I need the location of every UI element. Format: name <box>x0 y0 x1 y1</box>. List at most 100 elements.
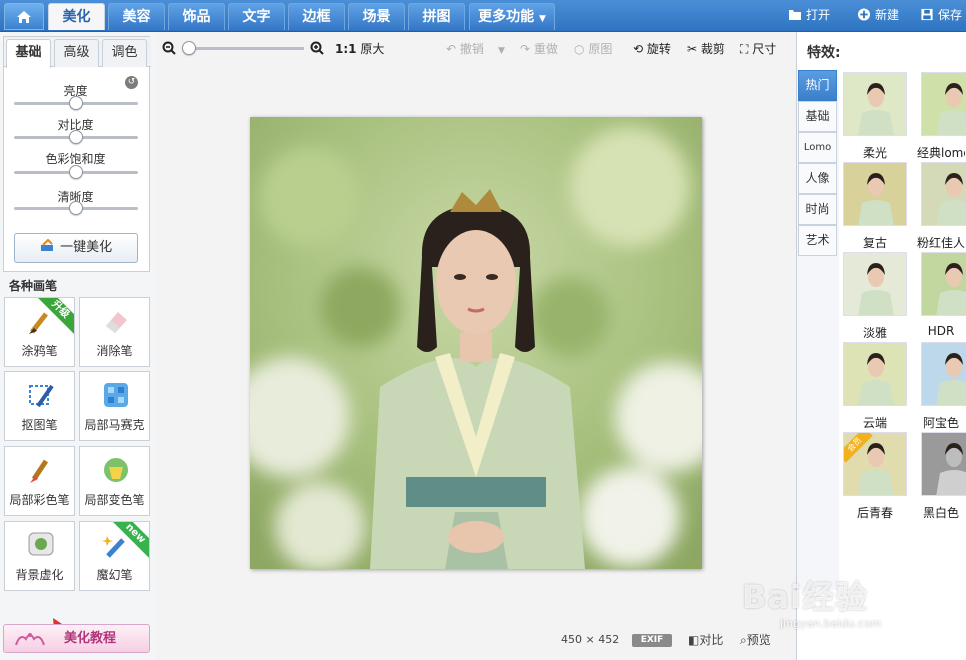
effects-tab-fashion[interactable]: 时尚 <box>798 194 837 225</box>
tab-frames[interactable]: 边框 <box>288 3 345 30</box>
effects-tab-portrait[interactable]: 人像 <box>798 163 837 194</box>
effect-thumb-retro[interactable] <box>843 162 907 226</box>
crop-label: 裁剪 <box>700 42 725 56</box>
home-button[interactable] <box>4 3 44 30</box>
brush-magic[interactable]: new 魔幻笔 <box>79 521 150 591</box>
color-brush-icon <box>30 459 49 483</box>
effect-thumb-post-youth[interactable]: 会员 <box>843 432 907 496</box>
zoom-out-icon[interactable] <box>162 41 176 55</box>
saturation-knob[interactable] <box>69 165 83 179</box>
brightness-knob[interactable] <box>69 96 83 110</box>
contrast-slider[interactable] <box>14 130 138 144</box>
tab-collage[interactable]: 拼图 <box>408 3 465 30</box>
effect-thumb-cloud[interactable] <box>843 342 907 406</box>
sharpness-slider[interactable] <box>14 201 138 215</box>
one-key-beautify-label: 一键美化 <box>60 240 113 255</box>
effect-thumb-black-white[interactable] <box>921 432 966 496</box>
crop-button[interactable]: ✂ 裁剪 <box>687 40 725 58</box>
tab-text[interactable]: 文字 <box>228 3 285 30</box>
subtab-advanced[interactable]: 高级 <box>54 39 99 67</box>
effect-label: 淡雅 <box>862 326 887 340</box>
brush-local-color-label: 局部彩色笔 <box>9 493 70 507</box>
photo-image <box>250 117 702 569</box>
app-window: 美化 美容 饰品 文字 边框 场景 拼图 更多功能 ▼ 打开 新建 保存 基础 … <box>0 0 966 660</box>
zoom-knob[interactable] <box>182 41 196 55</box>
compare-label: 对比 <box>699 633 724 647</box>
brush-mosaic[interactable]: 局部马赛克 <box>79 371 150 441</box>
effect-label: 复古 <box>862 236 887 250</box>
rotate-button[interactable]: ⟲ 旋转 <box>633 40 671 58</box>
redo-button[interactable]: ↷ 重做 <box>520 40 558 58</box>
brush-local-color[interactable]: 局部彩色笔 <box>4 446 75 516</box>
brightness-slider[interactable] <box>14 96 138 110</box>
effects-tab-basic[interactable]: 基础 <box>798 101 837 132</box>
subtab-basic[interactable]: 基础 <box>6 39 51 68</box>
save-button[interactable]: 保存 <box>920 5 962 25</box>
zoom-slider[interactable] <box>182 41 304 55</box>
folder-icon <box>789 10 801 20</box>
brush-background-blur[interactable]: 背景虚化 <box>4 521 75 591</box>
preview-label: 预览 <box>746 633 771 647</box>
brush-color-change[interactable]: 局部变色笔 <box>79 446 150 516</box>
original-label: 原图 <box>588 42 613 56</box>
actual-size-label: 原大 <box>360 42 385 56</box>
tab-decorations[interactable]: 饰品 <box>168 3 225 30</box>
tab-beauty[interactable]: 美容 <box>108 3 165 30</box>
watermark-logo: Bai经验 <box>742 578 868 616</box>
effect-thumb-classic-lomo[interactable] <box>921 72 966 136</box>
beautify-tutorial-button[interactable]: 美化教程 <box>3 624 150 653</box>
circle-icon: ○ <box>574 42 585 56</box>
canvas-area: 1:1 原大 ↶ 撤销 ▼ ↷ 重做 ○ 原图 ⟲ 旋转 ✂ 裁剪 ⛶ 尺寸 4… <box>156 32 796 660</box>
effects-panel: 特效: 热门 基础 Lomo 人像 时尚 艺术 柔光 经典lomo 复古 粉红佳人淡雅… <box>796 32 966 660</box>
sharpness-knob[interactable] <box>69 201 83 215</box>
effects-title: 特效: <box>807 45 841 61</box>
new-button[interactable]: 新建 <box>857 5 899 25</box>
beautify-tutorial-label: 美化教程 <box>64 631 117 646</box>
effect-thumb-soft-light[interactable] <box>843 72 907 136</box>
effect-thumb-image <box>922 253 966 315</box>
preview-button[interactable]: ⌕预览 <box>740 632 771 648</box>
top-navbar: 美化 美容 饰品 文字 边框 场景 拼图 更多功能 ▼ 打开 新建 保存 <box>0 0 966 32</box>
actual-size-button[interactable]: 1:1 原大 <box>335 40 384 58</box>
zoom-in-icon[interactable] <box>310 41 324 55</box>
contrast-knob[interactable] <box>69 130 83 144</box>
tab-scenes[interactable]: 场景 <box>348 3 405 30</box>
resize-button[interactable]: ⛶ 尺寸 <box>740 40 776 58</box>
undo-history-dropdown[interactable]: ▼ <box>498 42 505 60</box>
effects-tab-hot[interactable]: 热门 <box>798 70 837 101</box>
effect-thumb-abao-color[interactable] <box>921 342 966 406</box>
compare-button[interactable]: ◧对比 <box>688 632 723 648</box>
effect-thumb-hdr[interactable] <box>921 252 966 316</box>
effect-thumb-elegant[interactable] <box>843 252 907 316</box>
effect-label: HDR <box>927 324 955 338</box>
brush-color-change-label: 局部变色笔 <box>84 493 145 507</box>
save-label: 保存 <box>938 8 963 22</box>
effect-label: 后青春 <box>856 506 893 520</box>
brush-cutout[interactable]: 抠图笔 <box>4 371 75 441</box>
effect-label: 柔光 <box>862 146 887 160</box>
saturation-slider[interactable] <box>14 165 138 179</box>
effect-thumb-pink-lady[interactable] <box>921 162 966 226</box>
tab-beautify[interactable]: 美化 <box>48 3 105 30</box>
tab-more-features[interactable]: 更多功能 ▼ <box>469 3 555 30</box>
effects-tab-lomo[interactable]: Lomo <box>798 132 837 163</box>
brush-eraser[interactable]: 消除笔 <box>79 297 150 367</box>
undo-button[interactable]: ↶ 撤销 <box>446 40 484 58</box>
left-panel: 基础 高级 调色 ↺ 亮度 对比度 色彩饱和度 清晰度 一键美化 各种画笔 升级… <box>0 32 156 660</box>
effects-tab-art[interactable]: 艺术 <box>798 225 837 256</box>
more-features-label: 更多功能 <box>478 9 535 25</box>
effect-thumb-image <box>844 163 906 225</box>
exif-button[interactable]: EXIF <box>632 634 672 647</box>
rotate-label: 旋转 <box>646 42 671 56</box>
one-key-beautify-button[interactable]: 一键美化 <box>14 233 138 263</box>
open-button[interactable]: 打开 <box>788 5 830 25</box>
subtab-color[interactable]: 调色 <box>102 39 147 67</box>
brush-doodle[interactable]: 升级 涂鸦笔 <box>4 297 75 367</box>
watermark-url: jingyan.baidu.com <box>780 617 882 630</box>
resize-icon: ⛶ <box>740 42 749 56</box>
compare-icon: ◧ <box>688 633 700 647</box>
photo-canvas[interactable] <box>250 117 702 569</box>
open-label: 打开 <box>806 8 831 22</box>
effect-thumb-image <box>844 253 906 315</box>
original-button[interactable]: ○ 原图 <box>574 40 612 58</box>
